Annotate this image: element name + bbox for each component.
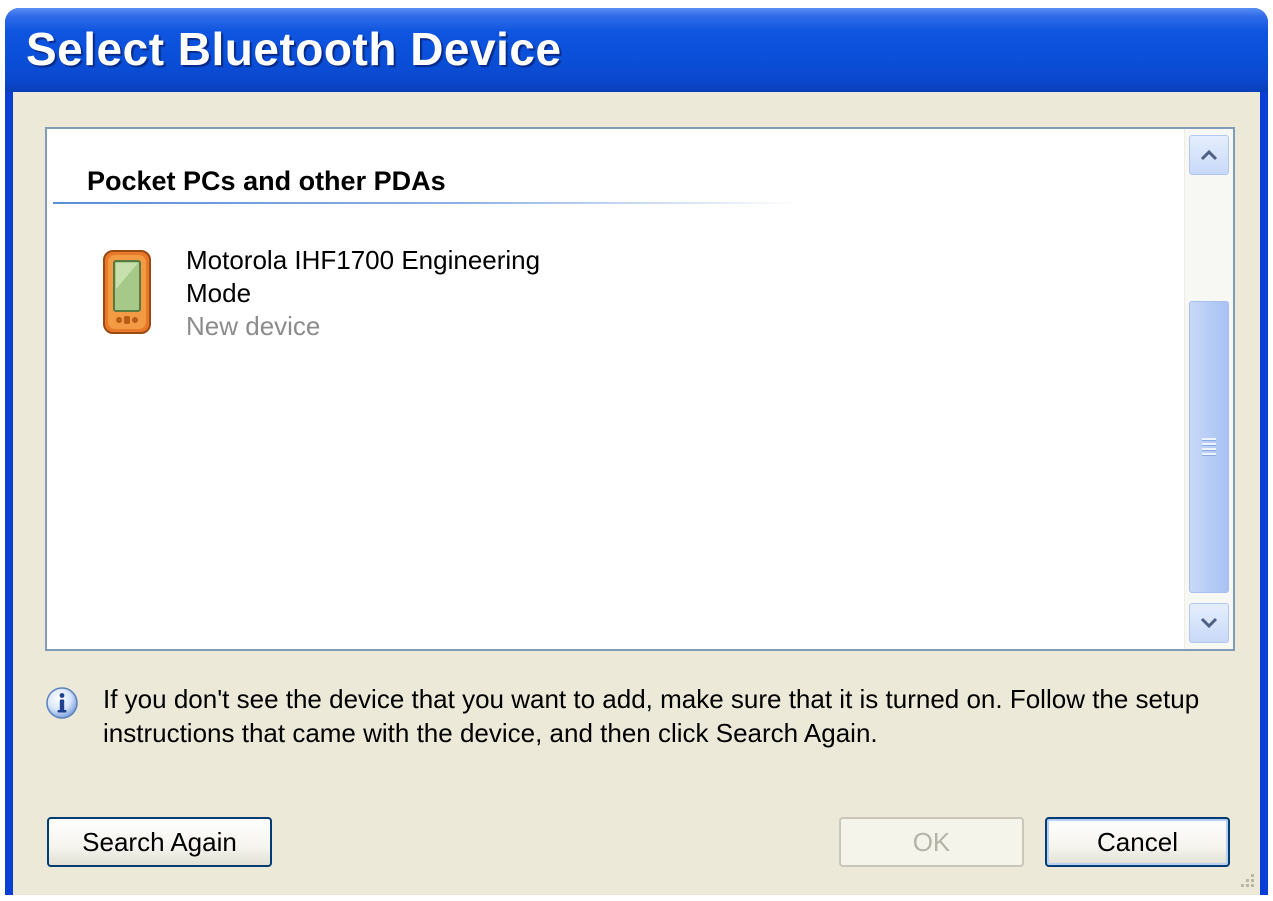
dialog-window: Select Bluetooth Device Pocket PCs and o… <box>5 8 1268 895</box>
chevron-up-icon <box>1200 149 1218 161</box>
device-status: New device <box>186 311 321 341</box>
scroll-down-button[interactable] <box>1189 603 1229 643</box>
info-text: If you don't see the device that you wan… <box>103 684 1200 748</box>
resize-grip-icon[interactable] <box>1234 869 1256 891</box>
group-divider <box>53 202 803 204</box>
scroll-thumb[interactable] <box>1189 301 1229 593</box>
device-list[interactable]: Pocket PCs and other PDAs Motorola IHF17… <box>45 127 1235 651</box>
device-list-item[interactable]: Motorola IHF1700 Engineering Mode New de… <box>102 244 572 344</box>
title-bar[interactable]: Select Bluetooth Device <box>5 8 1268 92</box>
info-icon <box>46 687 78 719</box>
search-again-button[interactable]: Search Again <box>47 817 272 867</box>
chevron-down-icon <box>1200 617 1218 629</box>
device-name: Motorola IHF1700 Engineering Mode <box>186 245 541 308</box>
ok-button[interactable]: OK <box>839 817 1024 867</box>
window-title: Select Bluetooth Device <box>26 23 562 75</box>
cancel-button[interactable]: Cancel <box>1045 817 1230 867</box>
info-message: If you don't see the device that you wan… <box>45 682 1235 762</box>
vertical-scrollbar[interactable] <box>1184 129 1233 649</box>
dialog-body: Pocket PCs and other PDAs Motorola IHF17… <box>13 92 1260 895</box>
grip-icon <box>1202 438 1216 456</box>
group-header: Pocket PCs and other PDAs <box>87 166 446 196</box>
pda-icon <box>103 250 151 334</box>
scroll-up-button[interactable] <box>1189 135 1229 175</box>
